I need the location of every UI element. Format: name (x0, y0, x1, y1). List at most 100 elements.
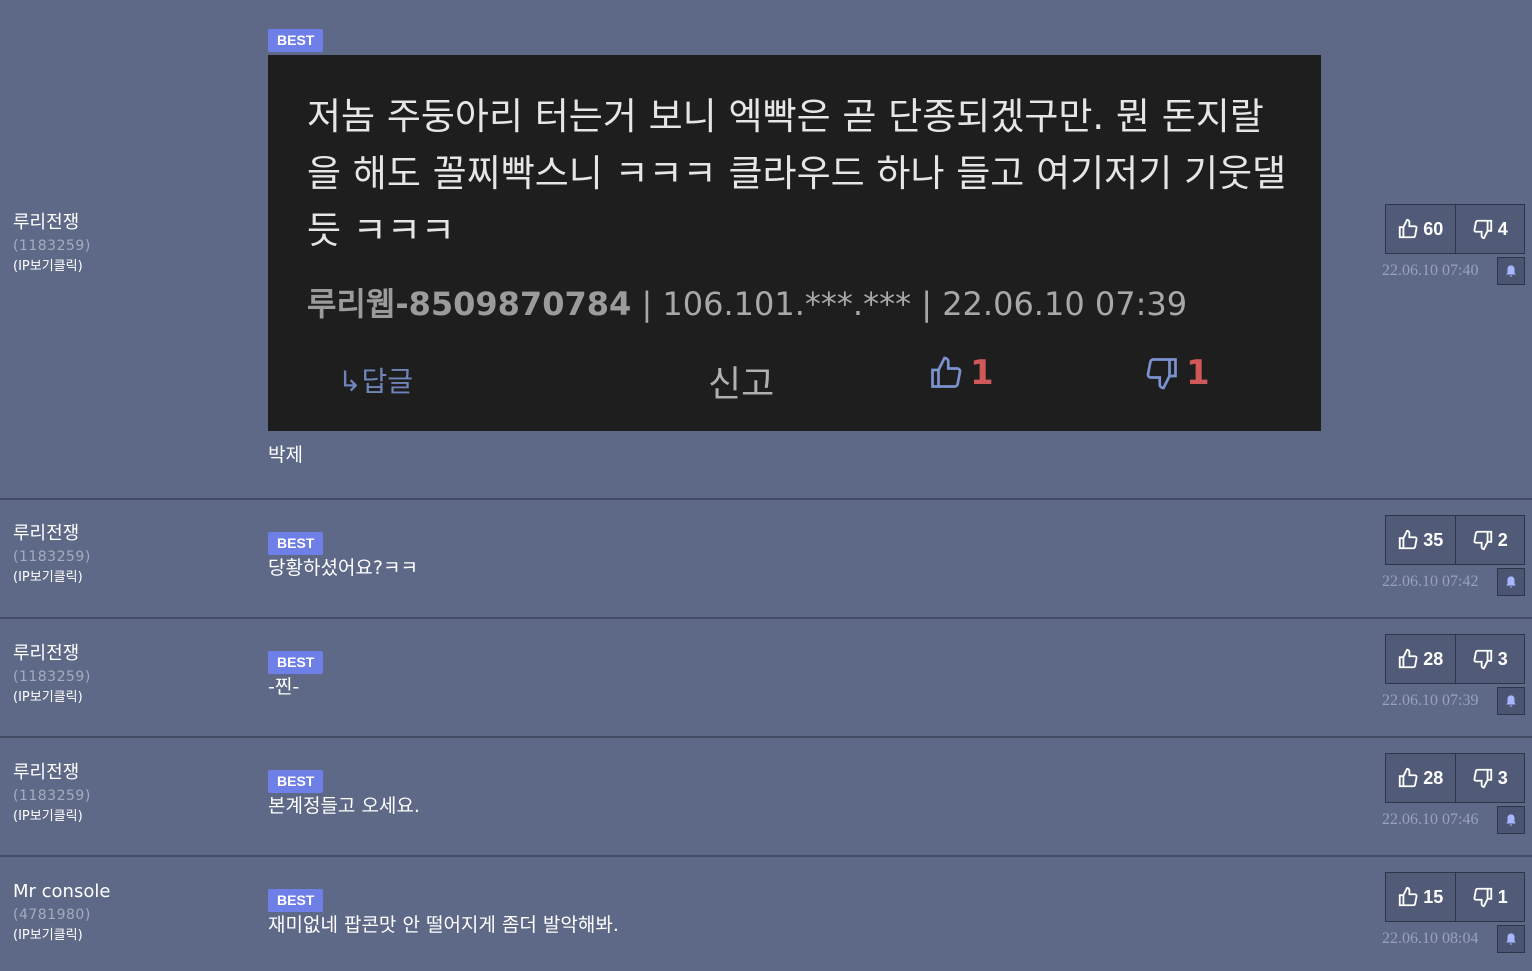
vote-box: 35 2 (1385, 515, 1525, 565)
upvote-button[interactable]: 15 (1386, 873, 1455, 921)
author-id: (1183259) (13, 549, 91, 565)
upvote-count: 15 (1423, 886, 1444, 907)
comment-content: BEST -찐- (268, 651, 324, 699)
upvote-count: 35 (1423, 529, 1444, 550)
vote-box: 60 4 (1385, 204, 1525, 254)
upvote-button[interactable]: 28 (1386, 754, 1455, 802)
screenshot-comment-text: 저놈 주둥아리 터는거 보니 엑빡은 곧 단종되겠구만. 뭔 돈지랄을 해도 꼴… (307, 95, 1287, 252)
bell-icon (1506, 933, 1516, 945)
comment-item: Mr console (4781980) (IP보기클릭) BEST 재미없네 … (0, 857, 1532, 971)
best-badge: BEST (268, 770, 324, 793)
downvote-count: 1 (1497, 886, 1508, 907)
comment-item: 루리전쟁 (1183259) (IP보기클릭) BEST 당황하셨어요?ㅋㅋ 3… (0, 500, 1532, 619)
ip-view-link[interactable]: (IP보기클릭) (13, 928, 110, 944)
comment-content: BEST 당황하셨어요?ㅋㅋ (268, 532, 418, 580)
screenshot-report-label: 신고 (708, 364, 775, 405)
screenshot-actions: ↳답글 신고 1 1 (268, 353, 1321, 445)
downvote-count: 2 (1497, 529, 1508, 550)
thumbs-up-icon (931, 356, 962, 388)
thumbs-up-icon (1399, 529, 1418, 550)
screenshot-comment-meta: 루리웹-8509870784 | 106.101.***.*** | 22.06… (307, 279, 1187, 325)
upvote-button[interactable]: 35 (1386, 516, 1455, 564)
author-block: 루리전쟁 (1183259) (IP보기클릭) (13, 212, 91, 275)
downvote-count: 4 (1497, 218, 1508, 239)
comment-timestamp: 22.06.10 08:04 (1382, 930, 1479, 947)
thumbs-down-icon (1146, 358, 1177, 390)
comment-content: BEST 본계정들고 오세요. (268, 770, 420, 818)
downvote-button[interactable]: 4 (1454, 205, 1525, 253)
author-block: 루리전쟁 (1183259) (IP보기클릭) (13, 762, 91, 825)
comment-timestamp: 22.06.10 07:42 (1382, 573, 1479, 590)
downvote-count: 3 (1497, 648, 1508, 669)
author-name[interactable]: 루리전쟁 (13, 523, 91, 545)
author-name[interactable]: Mr console (13, 881, 110, 903)
upvote-button[interactable]: 28 (1386, 635, 1455, 683)
downvote-button[interactable]: 3 (1454, 635, 1525, 683)
author-id: (4781980) (13, 907, 91, 923)
author-block: Mr console (4781980) (IP보기클릭) (13, 881, 110, 944)
report-button[interactable] (1497, 687, 1525, 715)
author-id: (1183259) (13, 788, 91, 804)
thumbs-down-icon (1473, 219, 1492, 240)
thumbs-down-icon (1473, 649, 1492, 670)
bell-icon (1506, 814, 1516, 826)
bell-icon (1506, 695, 1516, 707)
comment-timestamp: 22.06.10 07:39 (1382, 692, 1479, 709)
comment-timestamp: 22.06.10 07:40 (1382, 262, 1479, 279)
comment-text: 재미없네 팝콘맛 안 떨어지게 좀더 발악해봐. (268, 914, 619, 936)
comment-screenshot-image: 저놈 주둥아리 터는거 보니 엑빡은 곧 단종되겠구만. 뭔 돈지랄을 해도 꼴… (268, 55, 1321, 431)
bell-icon (1506, 265, 1516, 277)
comment-item: 루리전쟁 (1183259) (IP보기클릭) BEST 본계정들고 오세요. … (0, 738, 1532, 857)
upvote-count: 28 (1423, 648, 1444, 669)
screenshot-down-count: 1 (1186, 353, 1210, 393)
author-id: (1183259) (13, 669, 91, 685)
report-button[interactable] (1497, 257, 1525, 285)
upvote-button[interactable]: 60 (1386, 205, 1455, 253)
best-badge: BEST (268, 651, 324, 674)
comment-text: -찐- (268, 676, 300, 698)
downvote-button[interactable]: 1 (1454, 873, 1525, 921)
screenshot-up-count: 1 (970, 353, 994, 393)
thumbs-up-icon (1399, 767, 1418, 788)
author-block: 루리전쟁 (1183259) (IP보기클릭) (13, 643, 91, 706)
thumbs-down-icon (1473, 887, 1492, 908)
comment-timestamp: 22.06.10 07:46 (1382, 811, 1479, 828)
comment-item: 루리전쟁 (1183259) (IP보기클릭) BEST -찐- 28 3 22… (0, 619, 1532, 738)
upvote-count: 28 (1423, 767, 1444, 788)
thumbs-down-icon (1473, 768, 1492, 789)
author-name[interactable]: 루리전쟁 (13, 762, 91, 784)
author-id: (1183259) (13, 238, 91, 254)
screenshot-downvote: 1 (1144, 353, 1210, 393)
screenshot-reply-label: ↳답글 (338, 365, 413, 398)
ip-view-link[interactable]: (IP보기클릭) (13, 259, 91, 275)
comment-text: 당황하셨어요?ㅋㅋ (268, 557, 418, 579)
report-button[interactable] (1497, 568, 1525, 596)
vote-box: 15 1 (1385, 872, 1525, 922)
bell-icon (1506, 576, 1516, 588)
best-badge: BEST (268, 532, 324, 555)
report-button[interactable] (1497, 925, 1525, 953)
best-badge: BEST (268, 889, 324, 912)
thumbs-up-icon (1399, 648, 1418, 669)
comment-item: 루리전쟁 (1183259) (IP보기클릭) BEST 저놈 주둥아리 터는거… (0, 0, 1532, 500)
report-button[interactable] (1497, 806, 1525, 834)
author-name[interactable]: 루리전쟁 (13, 212, 91, 234)
author-block: 루리전쟁 (1183259) (IP보기클릭) (13, 523, 91, 586)
thumbs-up-icon (1399, 218, 1418, 239)
ip-view-link[interactable]: (IP보기클릭) (13, 809, 91, 825)
comment-content: BEST (268, 29, 324, 52)
downvote-button[interactable]: 2 (1454, 516, 1525, 564)
author-name[interactable]: 루리전쟁 (13, 643, 91, 665)
thumbs-up-icon (1399, 886, 1418, 907)
vote-box: 28 3 (1385, 634, 1525, 684)
ip-view-link[interactable]: (IP보기클릭) (13, 690, 91, 706)
thumbs-down-icon (1473, 530, 1492, 551)
ip-view-link[interactable]: (IP보기클릭) (13, 570, 91, 586)
screenshot-ip-date: | 106.101.***.*** | 22.06.10 07:39 (631, 285, 1188, 323)
upvote-count: 60 (1423, 218, 1444, 239)
downvote-count: 3 (1497, 767, 1508, 788)
downvote-button[interactable]: 3 (1454, 754, 1525, 802)
screenshot-nickname: 루리웹-8509870784 (307, 285, 632, 323)
vote-box: 28 3 (1385, 753, 1525, 803)
comment-text: 본계정들고 오세요. (268, 795, 420, 817)
